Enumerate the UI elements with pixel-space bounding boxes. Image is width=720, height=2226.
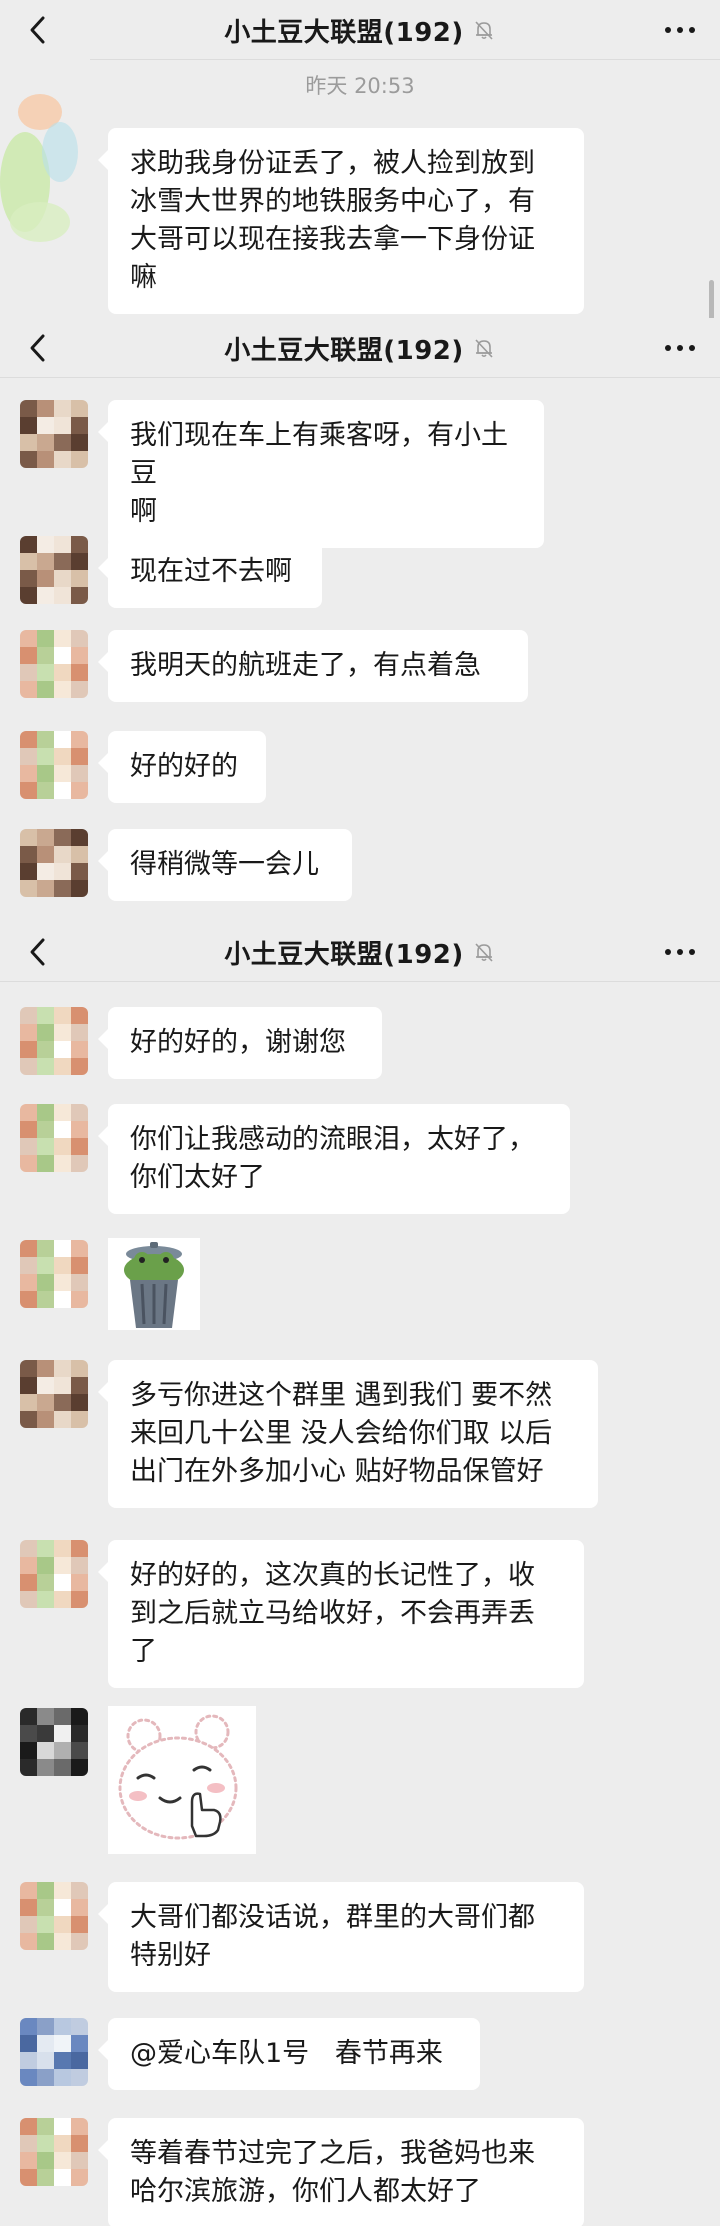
avatar-image [20,2118,88,2186]
avatar[interactable] [20,1240,88,1308]
avatar[interactable] [20,2118,88,2186]
message-bubble[interactable]: 好的好的，这次真的长记性了，收 到之后就立马给收好，不会再弄丢 了 [98,1540,584,1688]
avatar[interactable] [20,1882,88,1950]
message-bubble[interactable]: 求助我身份证丢了，被人捡到放到 冰雪大世界的地铁服务中心了，有 大哥可以现在接我… [98,128,584,314]
avatar[interactable] [0,52,90,252]
avatar-image [20,536,88,604]
scrollbar[interactable] [709,280,714,320]
message-bubble[interactable]: 好的好的，谢谢您 [98,1007,382,1079]
bell-muted-icon [475,943,493,962]
bell-muted-icon [475,21,493,40]
avatar-image [20,400,88,468]
message-bubble[interactable]: 现在过不去啊 [98,536,322,608]
avatar-image [20,1007,88,1075]
avatar[interactable] [20,1104,88,1172]
chat-title: 小土豆大联盟(192) [224,335,464,366]
chat-title: 小土豆大联盟(192) [224,17,464,48]
avatar[interactable] [20,1708,88,1776]
avatar[interactable] [20,1540,88,1608]
chat-title: 小土豆大联盟(192) [224,939,464,970]
title-group: 小土豆大联盟(192) [0,922,720,982]
avatar[interactable] [20,2018,88,2086]
avatar-image [20,2018,88,2086]
chat-header: 小土豆大联盟(192) [0,0,720,60]
message-bubble[interactable]: @爱心车队1号 春节再来 [98,2018,480,2090]
timestamp: 昨天 20:53 [305,74,415,98]
avatar-image [20,1360,88,1428]
avatar[interactable] [20,400,88,468]
avatar[interactable] [20,829,88,897]
message-bubble[interactable]: 多亏你进这个群里 遇到我们 要不然 来回几十公里 没人会给你们取 以后 出门在外… [98,1360,598,1508]
chat-header: 小土豆大联盟(192) [0,922,720,982]
avatar[interactable] [20,731,88,799]
avatar[interactable] [20,536,88,604]
avatar[interactable] [20,1007,88,1075]
avatar-image [20,630,88,698]
more-dots-icon[interactable] [662,940,698,964]
message-bubble[interactable]: 你们让我感动的流眼泪，太好了， 你们太好了 [98,1104,570,1214]
frog-sticker[interactable] [108,1238,200,1330]
avatar-image [20,1540,88,1608]
message-bubble[interactable]: 我明天的航班走了，有点着急 [98,630,528,702]
avatar-image [20,829,88,897]
title-group: 小土豆大联盟(192) [0,318,720,378]
avatar-image [20,1240,88,1308]
avatar-image [20,1882,88,1950]
title-group: 小土豆大联盟(192) [0,0,720,60]
avatar-image [20,1104,88,1172]
avatar-image [20,1708,88,1776]
message-bubble[interactable]: 我们现在车上有乘客呀，有小土豆 啊 [98,400,544,548]
avatar[interactable] [20,1360,88,1428]
avatar[interactable] [20,630,88,698]
chat-header: 小土豆大联盟(192) [0,318,720,378]
message-bubble[interactable]: 大哥们都没话说，群里的大哥们都 特别好 [98,1882,584,1992]
bell-muted-icon [475,339,493,358]
avatar-image [20,731,88,799]
bear-sticker[interactable] [108,1706,256,1854]
message-bubble[interactable]: 得稍微等一会儿 [98,829,352,901]
message-bubble[interactable]: 好的好的 [98,731,266,803]
more-dots-icon[interactable] [662,336,698,360]
message-bubble[interactable]: 等着春节过完了之后，我爸妈也来 哈尔滨旅游，你们人都太好了 [98,2118,584,2226]
more-dots-icon[interactable] [662,18,698,42]
